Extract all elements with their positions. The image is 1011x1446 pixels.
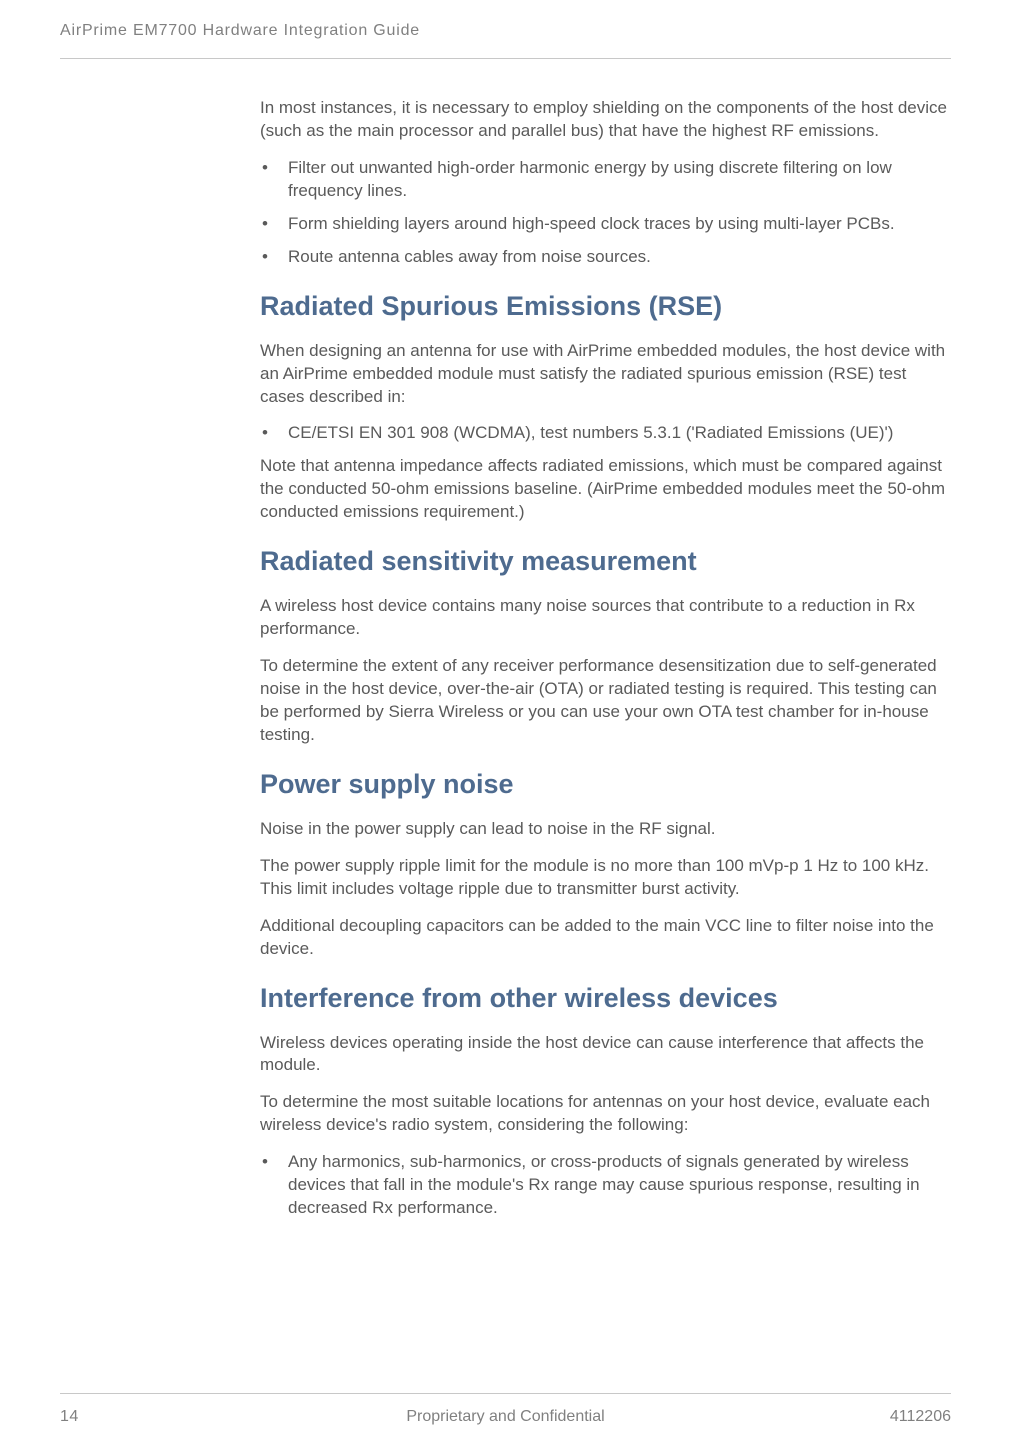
list-item: Route antenna cables away from noise sou…: [260, 246, 951, 269]
document-id: 4112206: [890, 1408, 951, 1426]
list-item: Any harmonics, sub-harmonics, or cross-p…: [260, 1151, 951, 1220]
psn-paragraph-3: Additional decoupling capacitors can be …: [260, 915, 951, 961]
list-item: CE/ETSI EN 301 908 (WCDMA), test numbers…: [260, 422, 951, 445]
rsm-paragraph-1: A wireless host device contains many noi…: [260, 595, 951, 641]
page-number: 14: [60, 1408, 79, 1426]
confidentiality-label: Proprietary and Confidential: [406, 1408, 604, 1426]
ifo-bullet-list: Any harmonics, sub-harmonics, or cross-p…: [260, 1151, 951, 1220]
list-item: Form shielding layers around high-speed …: [260, 213, 951, 236]
rse-heading: Radiated Spurious Emissions (RSE): [260, 291, 951, 322]
ifo-paragraph-2: To determine the most suitable locations…: [260, 1091, 951, 1137]
ifo-paragraph-1: Wireless devices operating inside the ho…: [260, 1032, 951, 1078]
psn-heading: Power supply noise: [260, 769, 951, 800]
rsm-paragraph-2: To determine the extent of any receiver …: [260, 655, 951, 747]
rsm-heading: Radiated sensitivity measurement: [260, 546, 951, 577]
list-item: Filter out unwanted high-order harmonic …: [260, 157, 951, 203]
main-content: In most instances, it is necessary to em…: [260, 97, 951, 1220]
rse-paragraph-2: Note that antenna impedance affects radi…: [260, 455, 951, 524]
page-footer: 14 Proprietary and Confidential 4112206: [60, 1393, 951, 1426]
psn-paragraph-1: Noise in the power supply can lead to no…: [260, 818, 951, 841]
intro-bullet-list: Filter out unwanted high-order harmonic …: [260, 157, 951, 269]
rse-paragraph-1: When designing an antenna for use with A…: [260, 340, 951, 409]
document-header: AirPrime EM7700 Hardware Integration Gui…: [60, 22, 951, 59]
ifo-heading: Interference from other wireless devices: [260, 983, 951, 1014]
rse-bullet-list: CE/ETSI EN 301 908 (WCDMA), test numbers…: [260, 422, 951, 445]
intro-paragraph: In most instances, it is necessary to em…: [260, 97, 951, 143]
psn-paragraph-2: The power supply ripple limit for the mo…: [260, 855, 951, 901]
